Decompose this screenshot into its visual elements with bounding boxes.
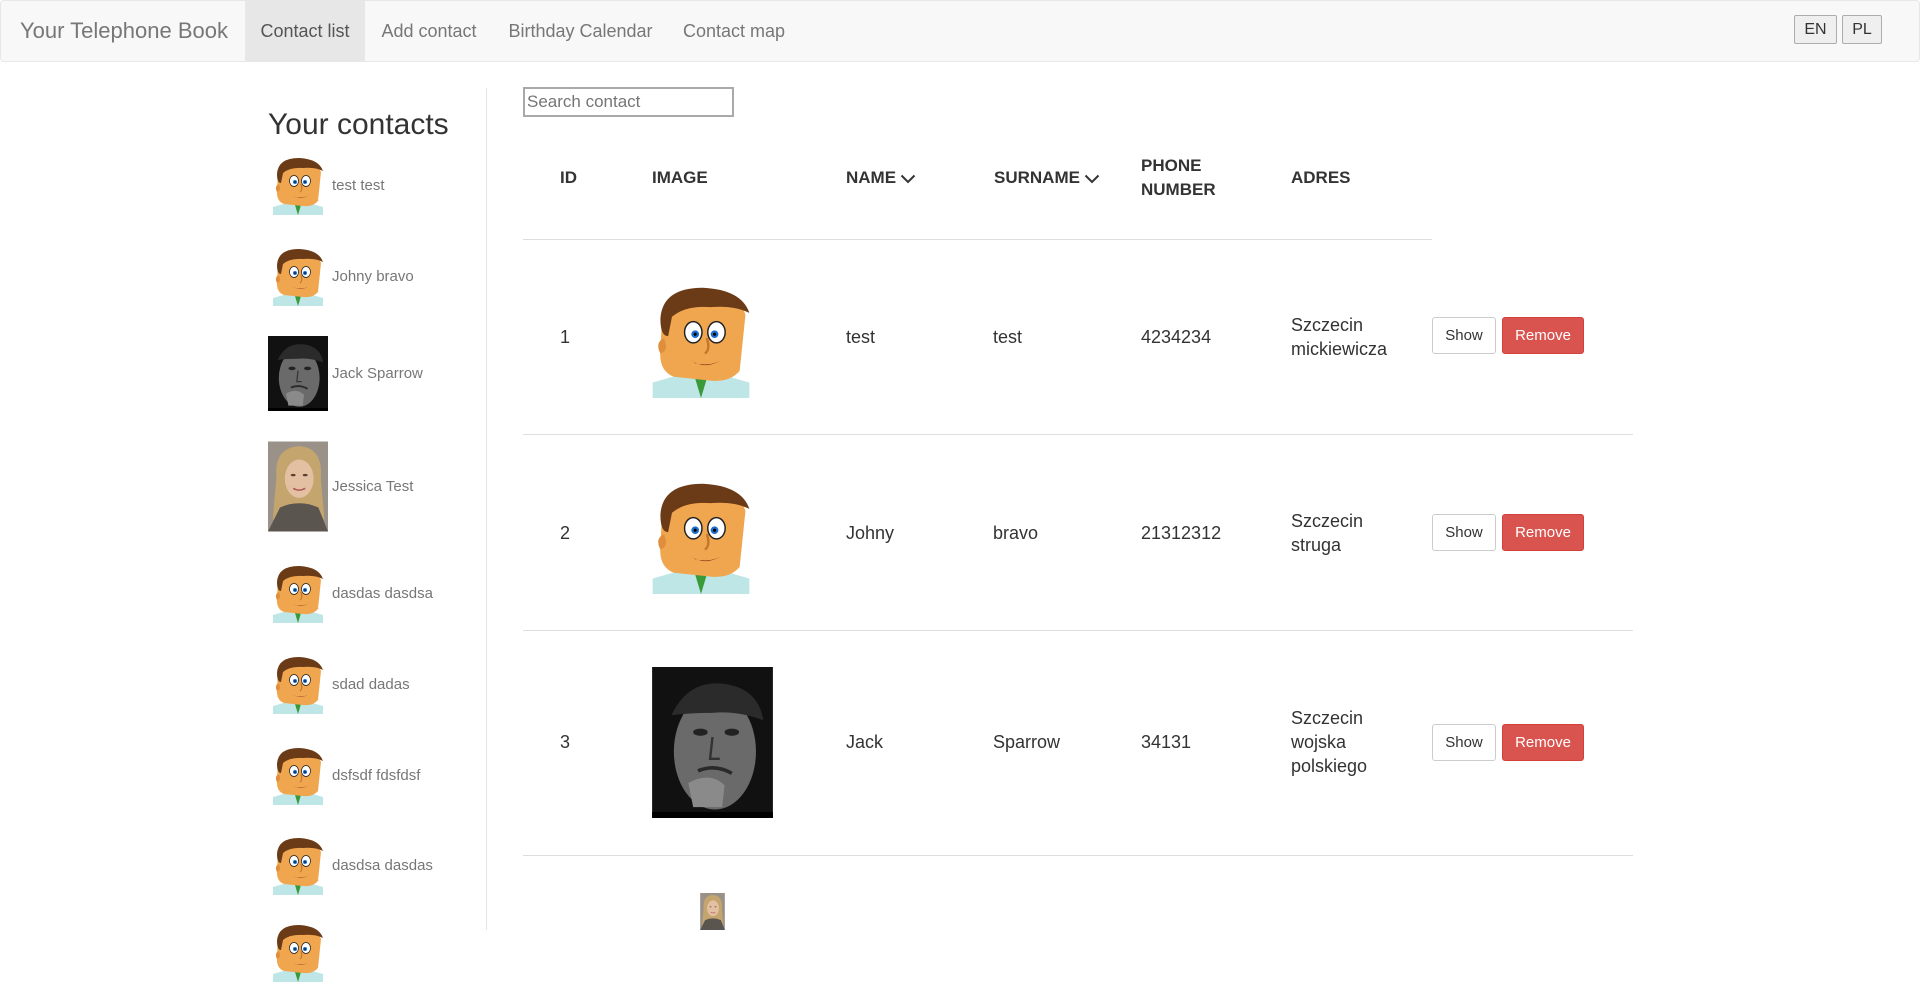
cell-phone: 34131 xyxy=(1141,732,1192,752)
cell-surname: test xyxy=(993,327,1023,347)
cell-name: Johny xyxy=(846,523,895,543)
header-name-label: NAME xyxy=(846,168,897,187)
cell-surname: Sparrow xyxy=(993,732,1061,752)
contact-image-cartoon xyxy=(652,282,750,398)
chevron-down-icon xyxy=(1084,174,1100,184)
sidebar-contact-name[interactable]: dasdsa dasdas xyxy=(332,857,433,874)
cell-address: Szczecin wojska polskiego xyxy=(1291,706,1367,778)
nav-add-contact[interactable]: Add contact xyxy=(366,1,492,61)
sidebar-contact-name[interactable]: sdad dadas xyxy=(332,676,410,693)
row-divider xyxy=(523,630,1633,631)
header-phone-line1: PHONE xyxy=(1141,156,1202,175)
cell-surname: bravo xyxy=(993,523,1039,543)
sidebar-contact-name[interactable]: Johny bravo xyxy=(332,268,414,285)
cell-id: 1 xyxy=(560,327,571,347)
row-divider xyxy=(523,855,1633,856)
header-divider xyxy=(523,239,1432,240)
nav-contact-map[interactable]: Contact map xyxy=(669,1,799,61)
brand-link[interactable]: Your Telephone Book xyxy=(20,1,228,61)
sidebar-contact[interactable]: Jack Sparrow xyxy=(268,335,423,412)
contact-image-photo xyxy=(652,893,773,930)
sidebar-contact[interactable]: dasdas dasdsa xyxy=(268,563,433,623)
header-surname-sort[interactable]: SURNAME xyxy=(994,166,1100,190)
sidebar-contact-partial[interactable] xyxy=(268,922,328,982)
lang-en-button[interactable]: EN xyxy=(1794,15,1837,44)
cell-address: Szczecin mickiewicza xyxy=(1291,313,1387,361)
remove-button[interactable]: Remove xyxy=(1502,317,1584,354)
avatar-cartoon-icon xyxy=(268,563,328,623)
sidebar-contact-name[interactable]: dsfsdf fdsfdsf xyxy=(332,767,420,784)
sidebar-divider xyxy=(486,88,487,930)
address-line: Szczecin xyxy=(1291,315,1364,335)
avatar-photo xyxy=(268,441,328,532)
sidebar-contact-name[interactable]: test test xyxy=(332,177,385,194)
avatar-photo xyxy=(268,335,328,412)
nav-birthday-calendar[interactable]: Birthday Calendar xyxy=(494,1,667,61)
header-surname-label: SURNAME xyxy=(994,168,1080,187)
nav-contact-list[interactable]: Contact list xyxy=(245,1,365,61)
address-line: Szczecin xyxy=(1291,511,1364,531)
remove-button[interactable]: Remove xyxy=(1502,724,1584,761)
sidebar-contact[interactable]: dasdsa dasdas xyxy=(268,835,433,895)
address-line: polskiego xyxy=(1291,756,1368,776)
header-phone-line2: NUMBER xyxy=(1141,180,1216,199)
contact-image-photo xyxy=(652,667,773,818)
chevron-down-icon xyxy=(900,174,916,184)
sidebar-contact[interactable]: Jessica Test xyxy=(268,441,413,532)
show-button[interactable]: Show xyxy=(1432,514,1496,551)
cell-phone: 4234234 xyxy=(1141,327,1212,347)
address-line: mickiewicza xyxy=(1291,339,1388,359)
sidebar-contact[interactable]: Johny bravo xyxy=(268,246,414,306)
remove-button[interactable]: Remove xyxy=(1502,514,1584,551)
avatar-cartoon-icon xyxy=(268,922,328,982)
lang-pl-button[interactable]: PL xyxy=(1842,15,1882,44)
row-divider xyxy=(523,434,1633,435)
cell-id: 2 xyxy=(560,523,571,543)
sidebar-contact-name[interactable]: Jack Sparrow xyxy=(332,365,423,382)
header-image: IMAGE xyxy=(652,168,708,187)
address-line: Szczecin xyxy=(1291,708,1364,728)
avatar-cartoon-icon xyxy=(268,654,328,714)
show-button[interactable]: Show xyxy=(1432,317,1496,354)
avatar-cartoon-icon xyxy=(268,155,328,215)
cell-name: Jack xyxy=(846,732,884,752)
show-button[interactable]: Show xyxy=(1432,724,1496,761)
navbar: Your Telephone Book Contact list Add con… xyxy=(0,0,1920,62)
sidebar-contact[interactable]: dsfsdf fdsfdsf xyxy=(268,745,420,805)
sidebar-contact-name[interactable]: Jessica Test xyxy=(332,478,413,495)
header-address: ADRES xyxy=(1291,168,1351,187)
header-id: ID xyxy=(560,168,577,187)
contact-image-cartoon xyxy=(652,478,750,594)
header-name-sort[interactable]: NAME xyxy=(846,166,916,190)
address-line: struga xyxy=(1291,535,1342,555)
address-line: wojska xyxy=(1291,732,1347,752)
sidebar-contact[interactable]: test test xyxy=(268,155,385,215)
avatar-cartoon-icon xyxy=(268,246,328,306)
sidebar-title: Your contacts xyxy=(268,108,449,141)
cell-address: Szczecin struga xyxy=(1291,509,1363,557)
avatar-cartoon-icon xyxy=(268,835,328,895)
sidebar-contact[interactable]: sdad dadas xyxy=(268,654,410,714)
cell-id: 3 xyxy=(560,732,571,752)
sidebar-contact-name[interactable]: dasdas dasdsa xyxy=(332,585,433,602)
cell-name: test xyxy=(846,327,876,347)
header-phone: PHONE NUMBER xyxy=(1141,154,1216,202)
search-input[interactable] xyxy=(523,87,734,117)
cell-phone: 21312312 xyxy=(1141,523,1222,543)
avatar-cartoon-icon xyxy=(268,745,328,805)
